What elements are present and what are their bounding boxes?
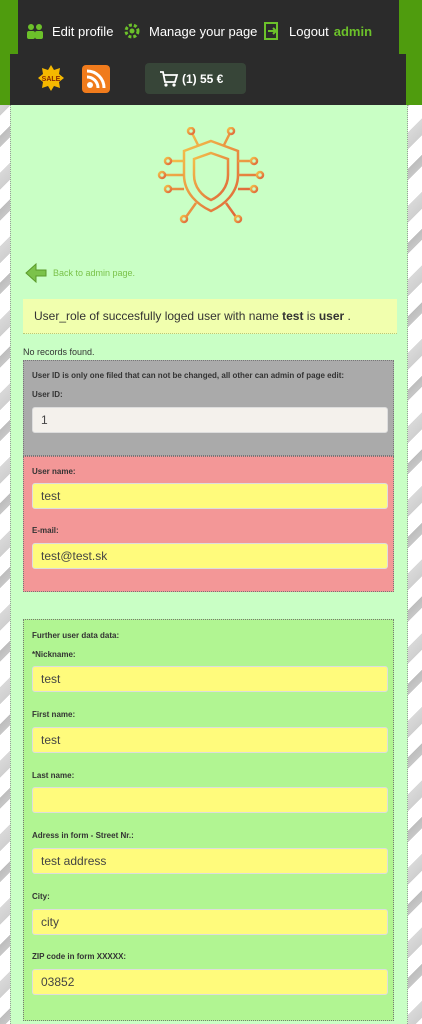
- sale-badge-text: SALE: [42, 76, 61, 83]
- further-data-heading: Further user data data:: [32, 631, 120, 640]
- nickname-field[interactable]: test: [32, 666, 388, 692]
- zip-field[interactable]: 03852: [32, 969, 388, 995]
- username-field[interactable]: test: [32, 483, 388, 509]
- user-id-note: User ID is only one filed that can not b…: [32, 371, 345, 380]
- nickname-label: *Nickname:: [32, 650, 76, 659]
- logout-icon: [264, 22, 278, 40]
- sale-badge-icon[interactable]: SALE: [37, 64, 65, 92]
- zip-label: ZIP code in form XXXXX:: [32, 952, 127, 961]
- last-name-field[interactable]: [32, 787, 388, 813]
- user-id-section: User ID is only one filed that can not b…: [23, 360, 394, 456]
- address-field[interactable]: test address: [32, 848, 388, 874]
- user-id-field[interactable]: 1: [32, 407, 388, 433]
- edit-profile-label: Edit profile: [52, 23, 114, 39]
- login-info-message: User_role of succesfully loged user with…: [23, 299, 397, 334]
- city-label: City:: [32, 892, 50, 901]
- logout-link[interactable]: Logout admin: [263, 22, 372, 40]
- user-id-label: User ID:: [32, 390, 63, 399]
- cart-button[interactable]: (1) 55 €: [145, 63, 246, 94]
- account-section: User name: test E-mail: test@test.sk: [23, 456, 394, 592]
- info-user-role: user: [318, 309, 345, 323]
- info-suffix: .: [344, 309, 351, 323]
- info-middle: is: [303, 309, 319, 323]
- manage-page-label: Manage your page: [149, 23, 258, 39]
- no-records-text: No records found.: [23, 347, 95, 357]
- last-name-label: Last name:: [32, 771, 75, 780]
- rss-icon[interactable]: [82, 65, 110, 93]
- cart-icon: [160, 70, 179, 87]
- manage-page-link[interactable]: Manage your page: [123, 22, 257, 40]
- further-data-section: Further user data data: *Nickname: test …: [23, 619, 394, 1021]
- chip-shield-icon: [157, 127, 265, 224]
- username-field-label: User name:: [32, 467, 76, 476]
- first-name-label: First name:: [32, 710, 76, 719]
- first-name-field[interactable]: test: [32, 727, 388, 753]
- address-label: Adress in form - Street Nr.:: [32, 831, 134, 840]
- main-content: Back to admin page. User_role of succesf…: [10, 105, 408, 1024]
- city-field[interactable]: city: [32, 909, 388, 935]
- back-link-label: Back to admin page.: [53, 268, 136, 278]
- back-arrow-icon: [25, 262, 47, 284]
- gear-icon: [124, 23, 140, 39]
- top-navigation: Edit profile Manage your page Logout adm…: [18, 0, 399, 54]
- info-prefix: User_role of succesfully loged user with…: [34, 309, 283, 323]
- cart-summary: (1) 55 €: [182, 71, 224, 86]
- username-label: admin: [333, 23, 373, 39]
- email-field[interactable]: test@test.sk: [32, 543, 388, 569]
- back-to-admin-link[interactable]: Back to admin page.: [25, 262, 135, 284]
- info-user-name: test: [282, 309, 304, 323]
- shop-toolbar: SALE (1) 55 €: [10, 54, 406, 105]
- logout-label: Logout: [289, 23, 329, 39]
- email-field-label: E-mail:: [32, 526, 59, 535]
- users-icon: [27, 24, 43, 39]
- edit-profile-link[interactable]: Edit profile: [26, 22, 113, 40]
